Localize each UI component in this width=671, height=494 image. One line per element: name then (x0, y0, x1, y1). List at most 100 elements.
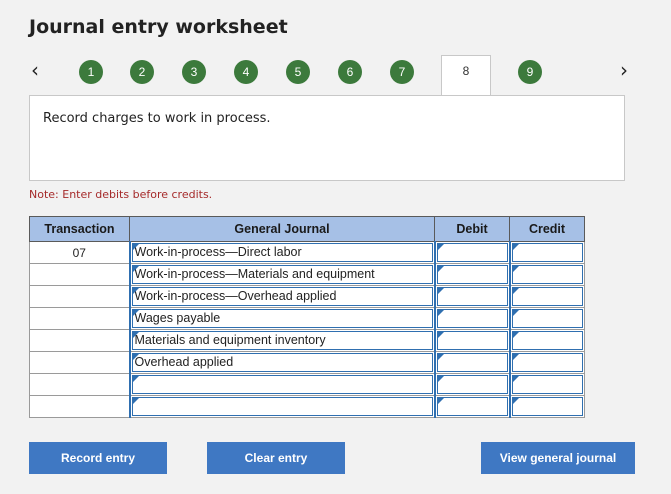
account-select-value: Work-in-process—Direct labor (134, 245, 302, 259)
credit-cell (508, 395, 585, 418)
debit-input[interactable] (436, 287, 508, 306)
dropdown-corner-icon (437, 398, 444, 404)
transaction-cell (29, 285, 130, 308)
credit-input[interactable] (511, 265, 583, 284)
account-select[interactable]: Work-in-process—Overhead applied (131, 287, 433, 306)
dropdown-corner-icon (132, 332, 139, 338)
step-2-button[interactable]: 2 (130, 60, 154, 84)
account-select[interactable]: Work-in-process—Materials and equipment (131, 265, 433, 284)
credit-input[interactable] (511, 375, 583, 394)
dropdown-corner-icon (437, 266, 444, 272)
debit-cell (433, 263, 510, 286)
step-6-button[interactable]: 6 (338, 60, 362, 84)
table-row: Work-in-process—Materials and equipment (29, 263, 585, 286)
credit-cell (508, 373, 585, 396)
debit-input[interactable] (436, 309, 508, 328)
credit-input[interactable] (511, 353, 583, 372)
general-journal-cell: Work-in-process—Overhead applied (128, 285, 435, 308)
credit-cell (508, 307, 585, 330)
credit-input[interactable] (511, 243, 583, 262)
table-row (29, 373, 585, 396)
debit-input[interactable] (436, 375, 508, 394)
debit-input[interactable] (436, 353, 508, 372)
column-header-general-journal: General Journal (129, 216, 435, 242)
account-select[interactable]: Wages payable (131, 309, 433, 328)
dropdown-corner-icon (512, 310, 519, 316)
dropdown-corner-icon (437, 376, 444, 382)
dropdown-corner-icon (437, 354, 444, 360)
dropdown-corner-icon (512, 266, 519, 272)
credit-cell (508, 241, 585, 264)
transaction-cell (29, 263, 130, 286)
dropdown-corner-icon (132, 266, 139, 272)
account-select-value: Overhead applied (134, 355, 234, 369)
debit-cell (433, 307, 510, 330)
dropdown-corner-icon (132, 288, 139, 294)
dropdown-corner-icon (132, 310, 139, 316)
account-select-value: Work-in-process—Overhead applied (134, 289, 337, 303)
page-title: Journal entry worksheet (29, 16, 288, 38)
debit-cell (433, 241, 510, 264)
dropdown-corner-icon (512, 288, 519, 294)
step-5-button[interactable]: 5 (286, 60, 310, 84)
general-journal-cell (128, 373, 435, 396)
general-journal-cell: Overhead applied (128, 351, 435, 374)
step-9-button[interactable]: 9 (518, 60, 542, 84)
table-header-row: Transaction General Journal Debit Credit (29, 216, 585, 242)
step-8-tab-active[interactable]: 8 (441, 55, 491, 96)
journal-entry-table: Transaction General Journal Debit Credit… (29, 216, 585, 418)
debit-input[interactable] (436, 331, 508, 350)
general-journal-cell: Wages payable (128, 307, 435, 330)
dropdown-corner-icon (437, 288, 444, 294)
debit-cell (433, 329, 510, 352)
credit-cell (508, 285, 585, 308)
dropdown-corner-icon (132, 244, 139, 250)
step-3-button[interactable]: 3 (182, 60, 206, 84)
dropdown-corner-icon (132, 376, 139, 382)
account-select[interactable]: Materials and equipment inventory (131, 331, 433, 350)
previous-arrow-icon[interactable]: ‹ (31, 60, 39, 80)
next-arrow-icon[interactable]: › (620, 60, 628, 80)
credit-input[interactable] (511, 397, 583, 416)
view-general-journal-button[interactable]: View general journal (481, 442, 635, 474)
debit-cell (433, 395, 510, 418)
debit-input[interactable] (436, 397, 508, 416)
record-entry-button[interactable]: Record entry (29, 442, 167, 474)
debit-cell (433, 285, 510, 308)
transaction-cell (29, 351, 130, 374)
general-journal-cell: Work-in-process—Direct labor (128, 241, 435, 264)
general-journal-cell (128, 395, 435, 418)
dropdown-corner-icon (512, 354, 519, 360)
debit-cell (433, 351, 510, 374)
dropdown-corner-icon (512, 244, 519, 250)
account-select-value: Work-in-process—Materials and equipment (134, 267, 375, 281)
step-1-button[interactable]: 1 (79, 60, 103, 84)
debit-input[interactable] (436, 265, 508, 284)
debit-input[interactable] (436, 243, 508, 262)
account-select[interactable]: Work-in-process—Direct labor (131, 243, 433, 262)
table-row: Work-in-process—Overhead applied (29, 285, 585, 308)
transaction-cell (29, 395, 130, 418)
credit-input[interactable] (511, 309, 583, 328)
credit-input[interactable] (511, 331, 583, 350)
step-7-button[interactable]: 7 (390, 60, 414, 84)
account-select[interactable] (131, 397, 433, 416)
column-header-credit: Credit (509, 216, 585, 242)
step-4-button[interactable]: 4 (234, 60, 258, 84)
general-journal-cell: Work-in-process—Materials and equipment (128, 263, 435, 286)
transaction-cell (29, 373, 130, 396)
account-select[interactable] (131, 375, 433, 394)
account-select[interactable]: Overhead applied (131, 353, 433, 372)
clear-entry-button[interactable]: Clear entry (207, 442, 345, 474)
account-select-value: Materials and equipment inventory (134, 333, 326, 347)
credit-input[interactable] (511, 287, 583, 306)
instruction-text: Record charges to work in process. (43, 111, 271, 126)
dropdown-corner-icon (437, 244, 444, 250)
general-journal-cell: Materials and equipment inventory (128, 329, 435, 352)
table-row (29, 395, 585, 418)
instruction-panel: Record charges to work in process. (29, 95, 625, 181)
transaction-cell (29, 307, 130, 330)
account-select-value: Wages payable (134, 311, 221, 325)
dropdown-corner-icon (512, 398, 519, 404)
column-header-debit: Debit (434, 216, 510, 242)
